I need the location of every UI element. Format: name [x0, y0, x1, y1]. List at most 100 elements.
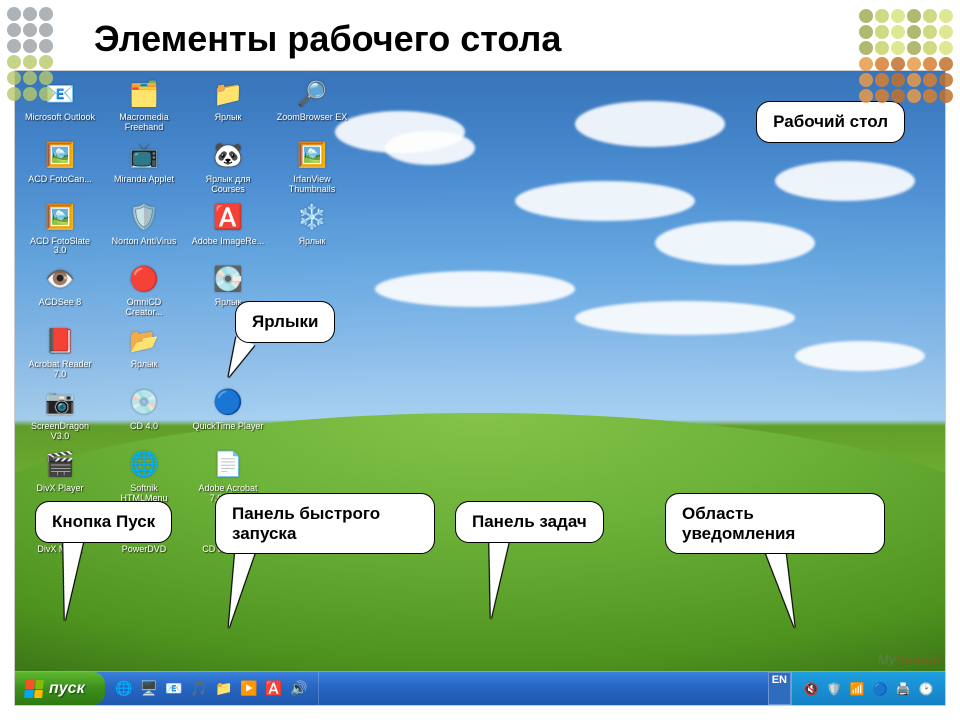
callout-start-button: Кнопка Пуск [35, 501, 172, 543]
tray-icon[interactable]: 🕑 [917, 680, 935, 698]
quick-launch-item[interactable]: 🎵 [188, 678, 210, 700]
desktop-icon[interactable]: 📺 Miranda Applet [105, 139, 183, 195]
app-icon: 🖼️ [295, 139, 329, 173]
app-icon: 🔎 [295, 77, 329, 111]
icon-label: Acrobat Reader 7.0 [23, 360, 97, 380]
desktop-icon[interactable]: 🗂️Macromedia Freehand [105, 77, 183, 133]
tray-icon[interactable]: 🔇 [802, 680, 820, 698]
tray-icon[interactable]: 🖨️ [894, 680, 912, 698]
cloud [795, 341, 925, 371]
quick-launch-item[interactable]: 🌐 [113, 678, 135, 700]
desktop-icon[interactable]: 👁️ACDSee 8 [21, 262, 99, 318]
quick-launch-item[interactable]: 🔊 [288, 678, 310, 700]
desktop-icon[interactable]: 📕Acrobat Reader 7.0 [21, 324, 99, 380]
app-icon: 🐼 [211, 139, 245, 173]
app-icon: 💽 [211, 262, 245, 296]
desktop-icon[interactable]: ❄️ Ярлык [273, 201, 351, 257]
app-icon: ❄️ [295, 201, 329, 235]
desktop-icon[interactable]: 🔴OmniCD Creator... [105, 262, 183, 318]
desktop-icon[interactable]: 🔎 ZoomBrowser EX [273, 77, 351, 133]
desktop-icon[interactable]: 📂Ярлык [105, 324, 183, 380]
quick-launch-item[interactable]: 📧 [163, 678, 185, 700]
icon-label: ACDSee 8 [39, 298, 82, 308]
app-icon: 🖼️ [43, 139, 77, 173]
icon-label: IrfanView Thumbnails [275, 175, 349, 195]
callout-desktop: Рабочий стол [756, 101, 905, 143]
tray-icon[interactable]: 🔵 [871, 680, 889, 698]
desktop-icon[interactable]: 🎬 DivX Player [21, 448, 99, 504]
quick-launch-bar: 🌐🖥️📧🎵📁▶️🅰️🔊 [105, 672, 319, 705]
app-icon: 📕 [43, 324, 77, 358]
icon-label: QuickTime Player [193, 422, 264, 432]
icon-label: Ярлык для Courses [191, 175, 265, 195]
app-icon: 🗂️ [127, 77, 161, 111]
icon-label: Ярлык [299, 237, 326, 247]
desktop-icon[interactable]: 🖼️IrfanView Thumbnails [273, 139, 351, 195]
windows-logo-icon [24, 680, 44, 698]
desktop-icon[interactable]: 🔵 QuickTime Player [189, 386, 267, 442]
desktop-icon[interactable]: 📁 Ярлык [189, 77, 267, 133]
icon-label: OmniCD Creator... [107, 298, 181, 318]
desktop-screenshot: 📧Microsoft Outlook🗂️Macromedia Freehand📁… [14, 70, 946, 706]
app-icon: 🎬 [43, 448, 77, 482]
cloud [575, 101, 725, 147]
desktop-icon[interactable]: 🖼️ACD FotoSlate 3.0 [21, 201, 99, 257]
watermark-suffix: Shared [896, 652, 941, 667]
desktop-icon[interactable]: 🖼️ACD FotoCan... [21, 139, 99, 195]
app-icon: 📺 [127, 139, 161, 173]
app-icon: 🔵 [211, 386, 245, 420]
quick-launch-item[interactable]: 🅰️ [263, 678, 285, 700]
start-button-label: пуск [49, 680, 85, 698]
cloud [385, 131, 475, 165]
icon-label: ACD FotoSlate 3.0 [23, 237, 97, 257]
icon-label: DivX Player [36, 484, 83, 494]
desktop-icon[interactable]: 🌐Softnik HTMLMenu [105, 448, 183, 504]
icon-label: CD 4.0 [130, 422, 158, 432]
app-icon: 📁 [211, 77, 245, 111]
start-button[interactable]: пуск [15, 672, 105, 705]
tray-icon[interactable]: 📶 [848, 680, 866, 698]
callout-notification-area: Область уведомления [665, 493, 885, 554]
app-icon: 📄 [211, 448, 245, 482]
cloud [655, 221, 815, 265]
icon-label: Miranda Applet [114, 175, 174, 185]
app-icon: 🖼️ [43, 201, 77, 235]
desktop-icon[interactable]: 🐼Ярлык для Courses [189, 139, 267, 195]
deco-dots-right [858, 8, 954, 104]
cloud [775, 161, 915, 201]
language-indicator[interactable]: EN [768, 672, 791, 705]
callout-shortcuts: Ярлыки [235, 301, 335, 343]
icon-label: ZoomBrowser EX [277, 113, 348, 123]
app-icon: 📷 [43, 386, 77, 420]
app-icon: 🛡️ [127, 201, 161, 235]
taskbar-spacer[interactable] [319, 672, 768, 705]
watermark-prefix: My [878, 652, 896, 667]
quick-launch-item[interactable]: 📁 [213, 678, 235, 700]
quick-launch-item[interactable]: ▶️ [238, 678, 260, 700]
cloud [575, 301, 795, 335]
cloud [375, 271, 575, 307]
app-icon: 🅰️ [211, 201, 245, 235]
app-icon: 🌐 [127, 448, 161, 482]
notification-area: 🔇 🛡️ 📶 🔵 🖨️ 🕑 [791, 672, 945, 705]
deco-dots-left [6, 6, 54, 102]
watermark: MyShared [878, 652, 941, 667]
callout-quick-launch: Панель быстрого запуска [215, 493, 435, 554]
icon-label: Ярлык [215, 113, 242, 123]
quick-launch-item[interactable]: 🖥️ [138, 678, 160, 700]
icon-label: ScreenDragon V3.0 [23, 422, 97, 442]
desktop-icon[interactable]: 🛡️ Norton AntiVirus [105, 201, 183, 257]
icon-label: Macromedia Freehand [107, 113, 181, 133]
tray-icon[interactable]: 🛡️ [825, 680, 843, 698]
desktop-icon[interactable]: 🅰️Adobe ImageRe... [189, 201, 267, 257]
icon-label: Microsoft Outlook [25, 113, 95, 123]
icon-label: Norton AntiVirus [112, 237, 177, 247]
cloud [515, 181, 695, 221]
app-icon: 📂 [127, 324, 161, 358]
app-icon: 💿 [127, 386, 161, 420]
taskbar: пуск 🌐🖥️📧🎵📁▶️🅰️🔊 EN 🔇 🛡️ 📶 🔵 🖨️ 🕑 [15, 671, 945, 705]
desktop-icon[interactable]: 📷ScreenDragon V3.0 [21, 386, 99, 442]
desktop-icon[interactable]: 💿 CD 4.0 [105, 386, 183, 442]
page-title: Элементы рабочего стола [94, 18, 561, 60]
icon-label: PowerDVD [122, 545, 167, 555]
